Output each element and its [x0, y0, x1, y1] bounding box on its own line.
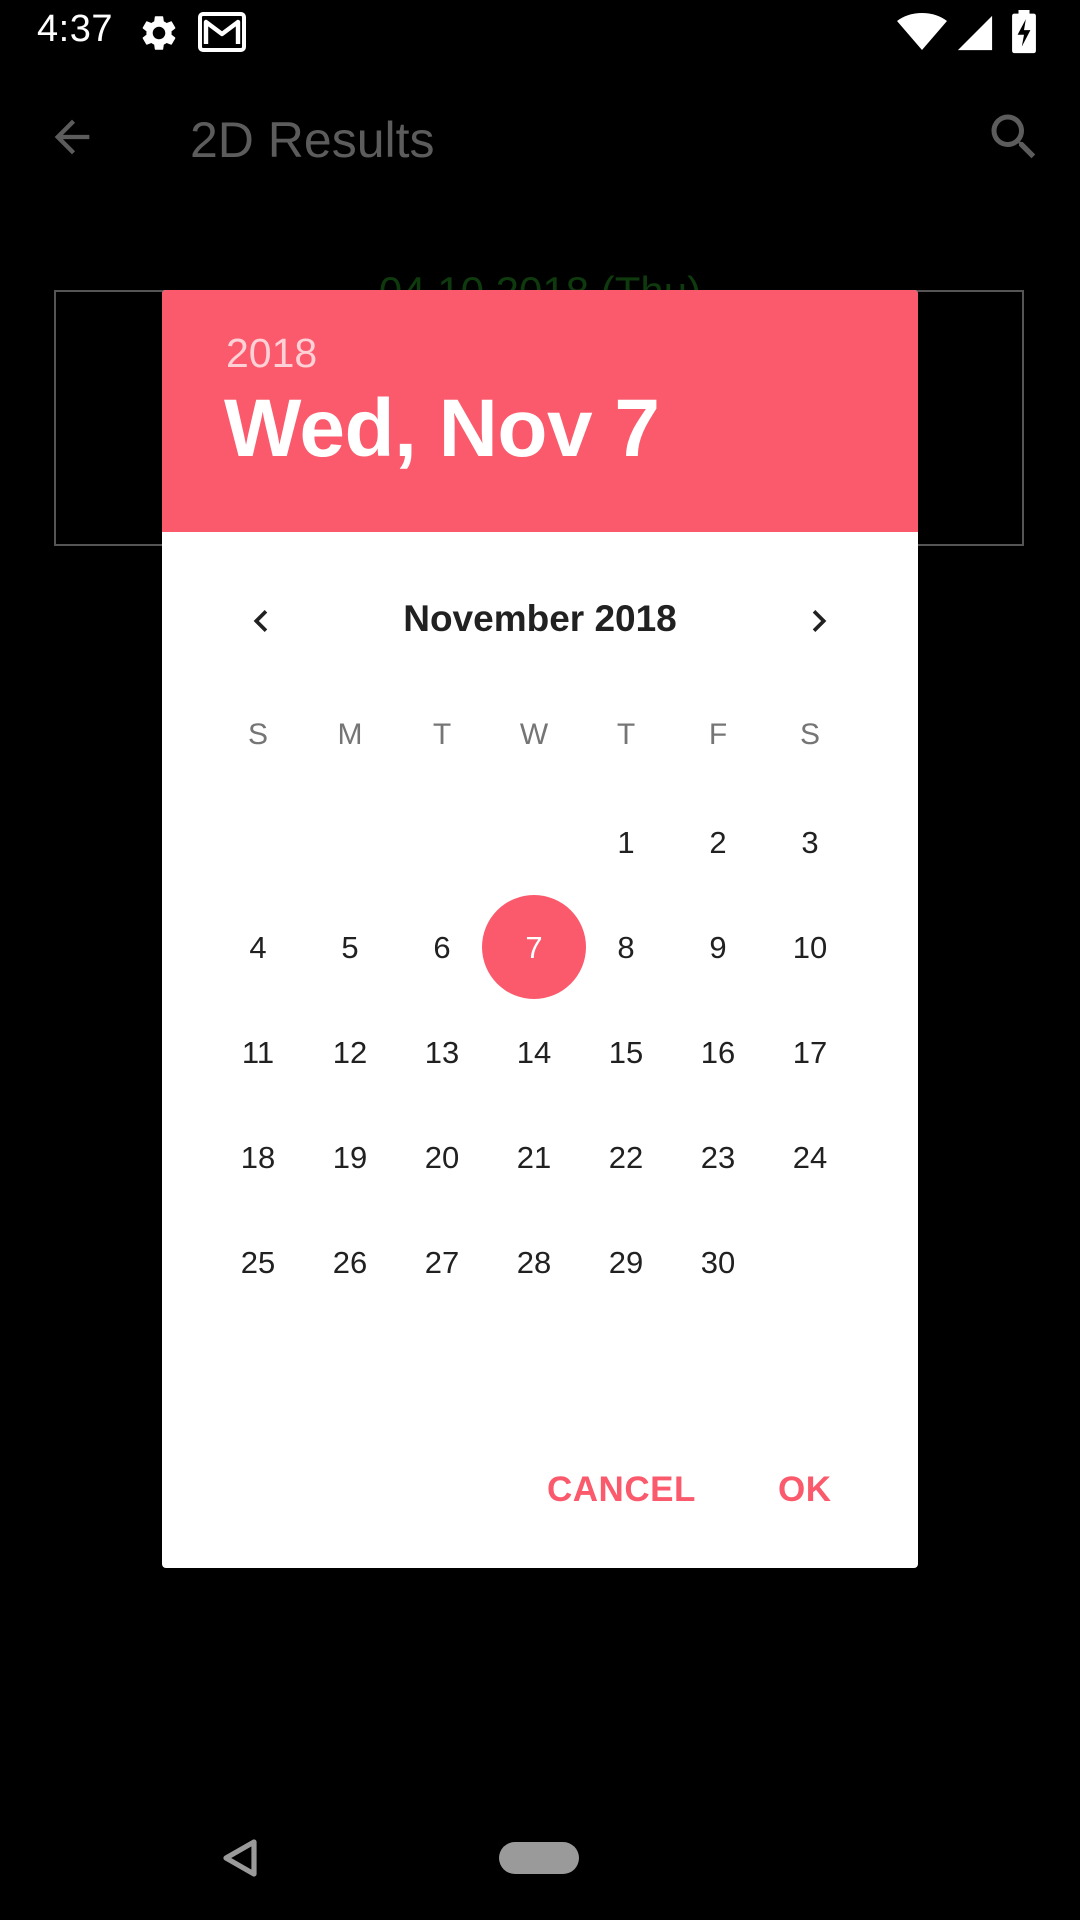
screen: 4:37 2D Results 2018 Wed, Nov 7 November…: [0, 0, 1080, 1920]
calendar-day-number: 7: [525, 929, 543, 965]
calendar-day[interactable]: 15: [580, 1000, 672, 1105]
calendar-day-number: 5: [341, 929, 359, 965]
calendar-day[interactable]: 14: [488, 1000, 580, 1105]
calendar-day-number: 16: [700, 1034, 736, 1070]
back-triangle-icon[interactable]: [222, 1838, 258, 1883]
calendar-day-number: 30: [700, 1244, 736, 1280]
calendar-day[interactable]: 21: [488, 1105, 580, 1210]
status-bar: 4:37: [0, 0, 1080, 63]
app-bar: 2D Results: [0, 63, 1080, 210]
gmail-icon: [198, 12, 246, 57]
calendar-day[interactable]: 8: [580, 895, 672, 1000]
calendar-day[interactable]: 12: [304, 1000, 396, 1105]
calendar-day-number: 18: [240, 1139, 276, 1175]
calendar-day[interactable]: 2: [672, 790, 764, 895]
calendar-day-number: 19: [332, 1139, 368, 1175]
calendar-day-number: 27: [424, 1244, 460, 1280]
calendar-day-number: 26: [332, 1244, 368, 1280]
calendar-day[interactable]: 30: [672, 1210, 764, 1315]
cancel-button[interactable]: CANCEL: [547, 1470, 696, 1510]
calendar-day-number: 22: [608, 1139, 644, 1175]
signal-icon: [956, 14, 994, 57]
next-month-button[interactable]: [784, 586, 854, 656]
weekday-label: T: [432, 718, 452, 751]
ok-button[interactable]: OK: [778, 1470, 832, 1510]
calendar-day[interactable]: 1: [580, 790, 672, 895]
search-icon[interactable]: [984, 107, 1044, 172]
calendar-day[interactable]: 16: [672, 1000, 764, 1105]
calendar-day-number: 21: [516, 1139, 552, 1175]
calendar-day-number: 15: [608, 1034, 644, 1070]
weekday-label: S: [799, 718, 820, 751]
weekday-label: F: [708, 718, 728, 751]
date-picker-dialog: 2018 Wed, Nov 7 November 2018 SMTWTFS 12…: [162, 290, 918, 1568]
calendar-day-number: 14: [516, 1034, 552, 1070]
calendar-day[interactable]: 23: [672, 1105, 764, 1210]
calendar-day-number: 10: [792, 929, 828, 965]
calendar-day[interactable]: 28: [488, 1210, 580, 1315]
calendar-day-number: 12: [332, 1034, 368, 1070]
calendar-day-number: 24: [792, 1139, 828, 1175]
calendar-day[interactable]: 24: [764, 1105, 856, 1210]
header-selected-date[interactable]: Wed, Nov 7: [224, 382, 660, 476]
calendar-day[interactable]: 10: [764, 895, 856, 1000]
settings-icon: [138, 12, 180, 59]
battery-charging-icon: [1010, 10, 1038, 59]
calendar-day-number: 4: [249, 929, 267, 965]
calendar-day[interactable]: 17: [764, 1000, 856, 1105]
calendar-day[interactable]: 9: [672, 895, 764, 1000]
arrow-left-icon[interactable]: [46, 111, 98, 168]
calendar-day-number: 3: [801, 824, 819, 860]
calendar-day[interactable]: 5: [304, 895, 396, 1000]
calendar-day[interactable]: 3: [764, 790, 856, 895]
calendar-day[interactable]: 26: [304, 1210, 396, 1315]
calendar-day[interactable]: 25: [212, 1210, 304, 1315]
calendar-day[interactable]: 29: [580, 1210, 672, 1315]
weekday-label: W: [519, 718, 549, 751]
calendar-day-number: 1: [617, 824, 635, 860]
calendar-day-number: 20: [424, 1139, 460, 1175]
calendar-day[interactable]: 13: [396, 1000, 488, 1105]
calendar-day-number: 29: [608, 1244, 644, 1280]
calendar-day[interactable]: 6: [396, 895, 488, 1000]
weekday-label: M: [337, 718, 363, 751]
calendar-day-number: 8: [617, 929, 635, 965]
calendar-day[interactable]: 19: [304, 1105, 396, 1210]
dialog-header: 2018 Wed, Nov 7: [162, 290, 918, 532]
status-time: 4:37: [37, 8, 113, 50]
calendar-day[interactable]: 11: [212, 1000, 304, 1105]
page-title: 2D Results: [190, 112, 435, 168]
weekday-label: S: [247, 718, 268, 751]
calendar-day-number: 6: [433, 929, 451, 965]
calendar-day-number: 13: [424, 1034, 460, 1070]
calendar-day[interactable]: 20: [396, 1105, 488, 1210]
header-year[interactable]: 2018: [226, 330, 317, 377]
calendar-day-number: 28: [516, 1244, 552, 1280]
home-pill-icon[interactable]: [499, 1842, 579, 1874]
calendar-day[interactable]: 22: [580, 1105, 672, 1210]
weekday-label: T: [616, 718, 636, 751]
calendar-day-number: 23: [700, 1139, 736, 1175]
wifi-icon: [896, 12, 948, 57]
calendar-day-number: 2: [709, 824, 727, 860]
system-navigation-bar: [0, 1794, 1080, 1920]
calendar-day-number: 11: [241, 1034, 275, 1070]
calendar-day-number: 17: [792, 1034, 828, 1070]
calendar-day-number: 9: [709, 929, 727, 965]
calendar-day-selected[interactable]: 7: [482, 895, 586, 1000]
calendar-day[interactable]: 27: [396, 1210, 488, 1315]
calendar-day[interactable]: 4: [212, 895, 304, 1000]
calendar-day[interactable]: 18: [212, 1105, 304, 1210]
chevron-right-icon: [812, 610, 827, 632]
calendar-day-number: 25: [240, 1244, 276, 1280]
